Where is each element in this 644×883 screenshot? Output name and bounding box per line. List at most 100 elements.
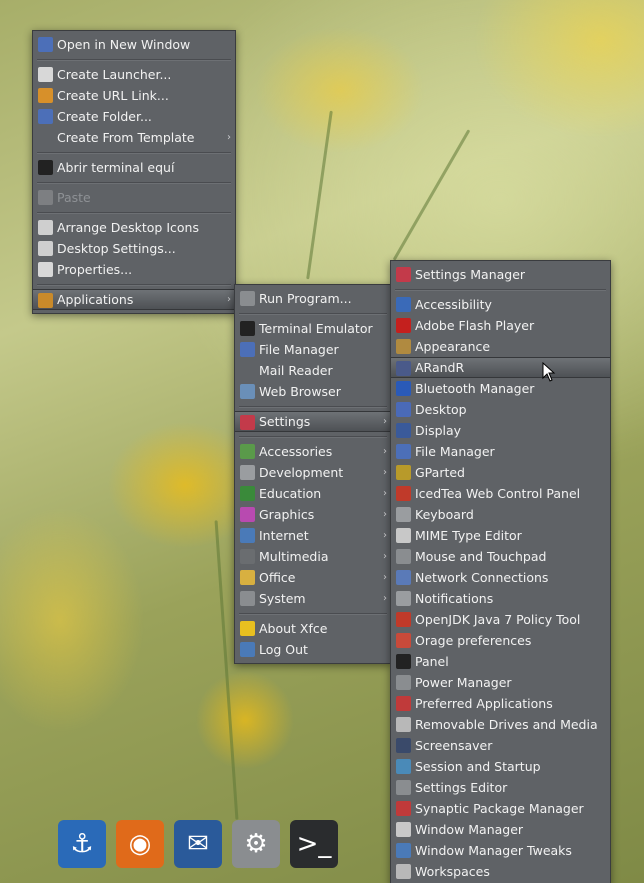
desktop-menu-item-desktop-settings[interactable]: Desktop Settings... — [33, 238, 235, 259]
desktop-menu-item-arrange-desktop-icons[interactable]: Arrange Desktop Icons — [33, 217, 235, 238]
desktop-menu-item-paste: Paste — [33, 187, 235, 208]
menu-separator — [33, 178, 235, 187]
file-manager-icon — [240, 342, 255, 357]
settings-menu-item-removable-drives-and-media[interactable]: Removable Drives and Media — [391, 714, 610, 735]
settings-menu-item-bluetooth-manager[interactable]: Bluetooth Manager — [391, 378, 610, 399]
settings-menu-item-network-connections[interactable]: Network Connections — [391, 567, 610, 588]
preferred-apps-icon — [396, 696, 411, 711]
settings-menu-item-screensaver[interactable]: Screensaver — [391, 735, 610, 756]
menu-separator — [33, 55, 235, 64]
menu-item-label: Run Program... — [259, 291, 352, 306]
apps-menu-item-graphics[interactable]: Graphics › — [235, 504, 391, 525]
settings-menu-item-openjdk-java-7-policy-tool[interactable]: OpenJDK Java 7 Policy Tool — [391, 609, 610, 630]
apps-menu-item-about-xfce[interactable]: About Xfce — [235, 618, 391, 639]
menu-item-label: Multimedia — [259, 549, 329, 564]
menu-item-label: Arrange Desktop Icons — [57, 220, 199, 235]
settings-menu-item-arandr[interactable]: ARandR — [391, 357, 610, 378]
menu-item-label: Window Manager Tweaks — [415, 843, 572, 858]
settings-menu-item-adobe-flash-player[interactable]: Adobe Flash Player — [391, 315, 610, 336]
menu-item-label: Window Manager — [415, 822, 524, 837]
apps-menu-item-file-manager[interactable]: File Manager — [235, 339, 391, 360]
settings-menu-item-panel[interactable]: Panel — [391, 651, 610, 672]
apps-menu-item-system[interactable]: System › — [235, 588, 391, 609]
apps-menu-item-run-program[interactable]: Run Program... — [235, 288, 391, 309]
apps-menu-item-development[interactable]: Development › — [235, 462, 391, 483]
firefox-icon[interactable]: ◉ — [116, 820, 164, 868]
settings-menu-item-synaptic-package-manager[interactable]: Synaptic Package Manager — [391, 798, 610, 819]
settings-menu-item-mime-type-editor[interactable]: MIME Type Editor — [391, 525, 610, 546]
settings-menu-item-notifications[interactable]: Notifications — [391, 588, 610, 609]
settings-menu-item-settings-editor[interactable]: Settings Editor — [391, 777, 610, 798]
settings-menu-item-mouse-and-touchpad[interactable]: Mouse and Touchpad — [391, 546, 610, 567]
desktop-menu-item-create-launcher[interactable]: Create Launcher... — [33, 64, 235, 85]
run-icon — [240, 291, 255, 306]
app-finder-icon[interactable]: ⚙ — [232, 820, 280, 868]
menu-separator — [235, 402, 391, 411]
settings-menu-item-gparted[interactable]: GParted — [391, 462, 610, 483]
settings-menu-item-accessibility[interactable]: Accessibility — [391, 294, 610, 315]
apps-menu-item-settings[interactable]: Settings › — [235, 411, 391, 432]
link-icon — [38, 88, 53, 103]
apps-menu-item-office[interactable]: Office › — [235, 567, 391, 588]
properties-icon — [38, 262, 53, 277]
desktop-menu-item-abrir-terminal-equ[interactable]: Abrir terminal equí — [33, 157, 235, 178]
settings-menu-item-keyboard[interactable]: Keyboard — [391, 504, 610, 525]
settings-menu-item-display[interactable]: Display — [391, 420, 610, 441]
settings-menu-item-preferred-applications[interactable]: Preferred Applications — [391, 693, 610, 714]
desktop-menu-item-applications[interactable]: Applications › — [33, 289, 235, 310]
desktop-menu-item-create-url-link[interactable]: Create URL Link... — [33, 85, 235, 106]
submenu-arrow-icon: › — [383, 572, 387, 583]
apps-menu-item-mail-reader[interactable]: Mail Reader — [235, 360, 391, 381]
settings-menu-item-appearance[interactable]: Appearance — [391, 336, 610, 357]
settings-manager-icon — [396, 267, 411, 282]
graphics-icon — [240, 507, 255, 522]
menu-item-label: Properties... — [57, 262, 133, 277]
apps-menu-item-internet[interactable]: Internet › — [235, 525, 391, 546]
settings-menu-item-icedtea-web-control-panel[interactable]: IcedTea Web Control Panel — [391, 483, 610, 504]
menu-item-label: Settings — [259, 414, 311, 429]
session-icon — [396, 759, 411, 774]
apps-menu-item-accessories[interactable]: Accessories › — [235, 441, 391, 462]
menu-item-label: Create URL Link... — [57, 88, 169, 103]
menu-item-label: GParted — [415, 465, 465, 480]
menu-item-label: Education — [259, 486, 322, 501]
submenu-arrow-icon: › — [227, 294, 231, 305]
menu-item-label: Power Manager — [415, 675, 512, 690]
desktop-menu-item-properties[interactable]: Properties... — [33, 259, 235, 280]
notifications-icon — [396, 591, 411, 606]
menu-item-label: Preferred Applications — [415, 696, 553, 711]
settings-menu-item-desktop[interactable]: Desktop — [391, 399, 610, 420]
desktop-menu-item-open-in-new-window[interactable]: Open in New Window — [33, 34, 235, 55]
apps-menu-item-education[interactable]: Education › — [235, 483, 391, 504]
menu-item-label: System — [259, 591, 306, 606]
apps-menu-item-multimedia[interactable]: Multimedia › — [235, 546, 391, 567]
menu-item-label: Accessories — [259, 444, 333, 459]
desktop-menu-item-create-folder[interactable]: Create Folder... — [33, 106, 235, 127]
menu-item-label: Office — [259, 570, 296, 585]
mouse-pointer-icon — [542, 362, 556, 382]
apps-menu-item-log-out[interactable]: Log Out — [235, 639, 391, 660]
network-icon — [396, 570, 411, 585]
apps-menu-item-web-browser[interactable]: Web Browser — [235, 381, 391, 402]
submenu-arrow-icon: › — [227, 132, 231, 143]
settings-menu-item-power-manager[interactable]: Power Manager — [391, 672, 610, 693]
settings-menu-item-session-and-startup[interactable]: Session and Startup — [391, 756, 610, 777]
terminal-launcher-icon[interactable]: >_ — [290, 820, 338, 868]
apps-menu-item-terminal-emulator[interactable]: Terminal Emulator — [235, 318, 391, 339]
system-icon — [240, 591, 255, 606]
settings-menu-item-file-manager[interactable]: File Manager — [391, 441, 610, 462]
anchor-launcher-icon[interactable]: ⚓ — [58, 820, 106, 868]
arrange-icon — [38, 220, 53, 235]
menu-item-label: Development — [259, 465, 344, 480]
settings-menu-item-orage-preferences[interactable]: Orage preferences — [391, 630, 610, 651]
settings-menu-item-window-manager-tweaks[interactable]: Window Manager Tweaks — [391, 840, 610, 861]
menu-separator — [33, 148, 235, 157]
thunderbird-icon[interactable]: ✉ — [174, 820, 222, 868]
settings-menu-item-workspaces[interactable]: Workspaces — [391, 861, 610, 882]
menu-item-label: File Manager — [259, 342, 339, 357]
internet-icon — [240, 528, 255, 543]
settings-menu-item-settings-manager[interactable]: Settings Manager — [391, 264, 610, 285]
desktop-menu-item-create-from-template[interactable]: Create From Template › — [33, 127, 235, 148]
desktop-context-menu: Open in New Window Create Launcher... Crea… — [32, 30, 236, 314]
settings-menu-item-window-manager[interactable]: Window Manager — [391, 819, 610, 840]
